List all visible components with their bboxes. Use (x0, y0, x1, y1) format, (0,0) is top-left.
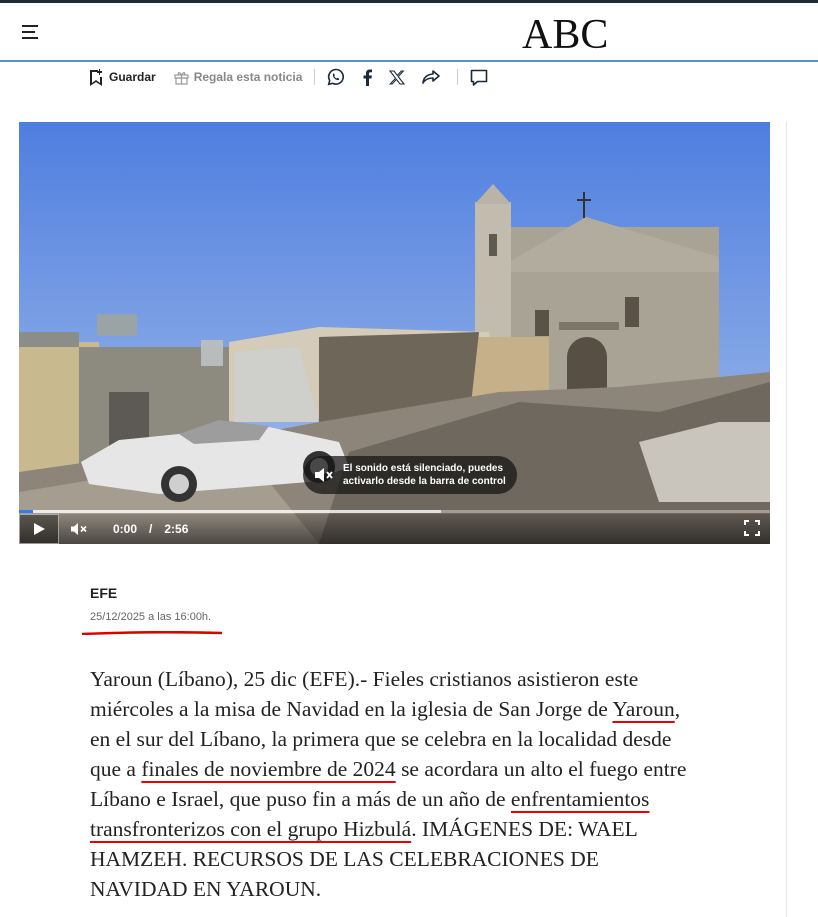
x-share-button[interactable] (389, 69, 406, 85)
bookmark-add-icon (90, 68, 102, 86)
video-progress-bar[interactable] (19, 510, 770, 513)
fullscreen-button[interactable] (744, 520, 760, 541)
share-button[interactable] (421, 69, 441, 85)
buffered-bar (19, 510, 441, 513)
muted-notice-text: El sonido está silenciado, puedes activa… (343, 463, 506, 487)
article-body: Yaroun (Líbano), 25 dic (EFE).- Fieles c… (90, 664, 700, 904)
divider (457, 69, 459, 85)
gift-label: Regala esta noticia (193, 70, 303, 84)
play-icon (34, 523, 45, 535)
x-icon (389, 69, 406, 85)
article-date-value: 25/12/2025 (90, 611, 146, 623)
column-divider (786, 122, 787, 917)
article-date: 25/12/2025 a las 16:00h. (90, 611, 211, 623)
facebook-icon (363, 69, 373, 86)
current-time: 0:00 (113, 522, 138, 536)
article-time: a las 16:00h. (145, 611, 212, 623)
facebook-share-button[interactable] (361, 69, 373, 86)
video-control-bar: 0:00 / 2:56 (19, 514, 770, 544)
highlight-date: finales de noviembre de 2024 (141, 757, 396, 781)
save-label: Guardar (109, 70, 156, 84)
site-logo[interactable]: ABC (522, 11, 608, 59)
whatsapp-share-button[interactable] (327, 68, 345, 86)
whatsapp-icon (327, 68, 345, 86)
mute-toggle-button[interactable] (59, 514, 99, 544)
played-bar (19, 510, 33, 513)
red-annotation-underline (82, 631, 222, 635)
save-button[interactable]: Guardar (88, 68, 156, 86)
video-player[interactable]: El sonido está silenciado, puedes activa… (19, 122, 770, 544)
article-text: Yaroun (Líbano), 25 dic (EFE).- Fieles c… (90, 667, 639, 721)
highlight-yaroun: Yaroun (612, 697, 675, 721)
site-header: ABC (0, 0, 818, 62)
article-actions-bar: Guardar Regala esta noticia (88, 66, 504, 88)
share-icon (422, 70, 441, 84)
hamburger-menu-icon[interactable] (22, 25, 40, 41)
comment-icon (471, 69, 488, 86)
speaker-muted-icon (311, 462, 337, 488)
article-author[interactable]: EFE (90, 585, 117, 601)
play-button[interactable] (19, 514, 59, 544)
muted-notice[interactable]: El sonido está silenciado, puedes activa… (303, 456, 517, 494)
comments-button[interactable] (470, 69, 488, 86)
time-display: 0:00 / 2:56 (113, 522, 188, 536)
duration: 2:56 (164, 522, 189, 536)
divider (314, 69, 316, 85)
gift-icon (174, 71, 189, 85)
gift-article-button[interactable]: Regala esta noticia (174, 70, 303, 85)
time-separator: / (149, 522, 153, 536)
volume-muted-icon (71, 523, 87, 535)
fullscreen-icon (744, 520, 760, 536)
